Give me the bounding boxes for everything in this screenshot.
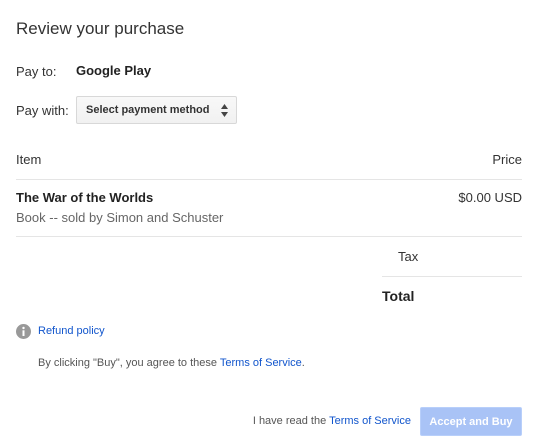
product-title: The War of the Worlds <box>16 190 154 205</box>
terms-agreement-text: By clicking "Buy", you agree to these Te… <box>38 357 305 369</box>
terms-agreement-prefix: By clicking "Buy", you agree to these <box>38 357 220 369</box>
tax-label: Tax <box>398 249 419 264</box>
pay-to-label: Pay to: <box>16 64 57 79</box>
accept-and-buy-button[interactable]: Accept and Buy <box>420 407 522 436</box>
pay-with-label: Pay with: <box>16 103 69 118</box>
updown-arrows-icon <box>221 104 228 117</box>
divider <box>16 179 522 180</box>
product-price: $0.00 USD <box>458 190 522 205</box>
divider <box>16 236 522 237</box>
price-column-header: Price <box>492 152 522 167</box>
info-icon <box>16 324 31 339</box>
pay-to-value: Google Play <box>76 63 152 78</box>
payment-method-select-label: Select payment method <box>86 104 210 116</box>
payment-method-select[interactable]: Select payment method <box>76 96 237 124</box>
product-subtitle: Book -- sold by Simon and Schuster <box>16 210 224 225</box>
item-column-header: Item <box>16 152 42 167</box>
refund-policy-link[interactable]: Refund policy <box>38 325 105 337</box>
total-label: Total <box>382 288 415 304</box>
terms-agreement-suffix: . <box>301 357 305 369</box>
footer-terms-of-service-link[interactable]: Terms of Service <box>329 415 411 427</box>
terms-of-service-link[interactable]: Terms of Service <box>220 357 302 369</box>
divider <box>382 276 522 277</box>
page-title: Review your purchase <box>16 19 185 38</box>
footer-terms-text: I have read the Terms of Service <box>253 415 411 427</box>
footer-terms-prefix: I have read the <box>252 415 330 427</box>
